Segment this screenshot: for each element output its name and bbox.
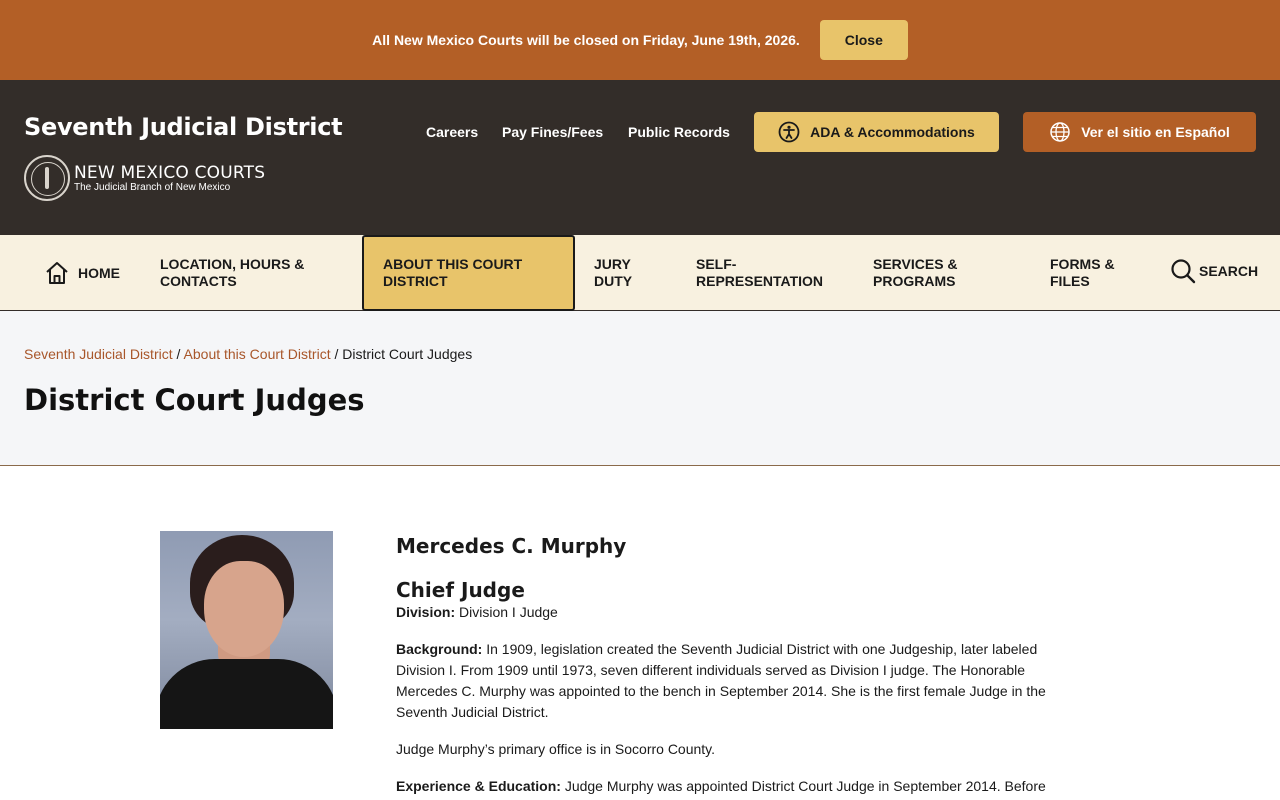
page-title: District Court Judges [24,383,365,417]
division-value: Division I Judge [459,604,558,620]
alert-banner: All New Mexico Courts will be closed on … [0,0,1280,80]
pay-fines-link[interactable]: Pay Fines/Fees [502,124,603,140]
public-records-link[interactable]: Public Records [628,124,730,140]
nav-selfrep-line1: SELF- [696,256,737,272]
judge-photo [160,531,333,729]
nav-location-hours[interactable]: LOCATION, HOURS & CONTACTS [160,235,304,311]
nav-forms-files[interactable]: FORMS & FILES [1050,235,1115,311]
site-title[interactable]: Seventh Judicial District [24,113,343,141]
breadcrumb: Seventh Judicial District / About this C… [24,346,472,362]
ada-accommodations-button[interactable]: ADA & Accommodations [754,112,999,152]
careers-link[interactable]: Careers [426,124,478,140]
nav-search-label: SEARCH [1199,262,1259,279]
experience-text: Judge Murphy was appointed District Cour… [564,778,1046,794]
nav-about-line2: DISTRICT [383,273,448,289]
alert-text: All New Mexico Courts will be closed on … [372,32,800,48]
nav-home[interactable]: HOME [44,235,120,311]
breadcrumb-separator: / [334,346,339,362]
judge-name: Mercedes C. Murphy [396,534,627,558]
nav-jury-line2: DUTY [594,273,633,289]
ada-label: ADA & Accommodations [810,124,975,140]
nav-about-line1: ABOUT THIS COURT [383,256,523,272]
accessibility-icon [778,121,800,143]
judge-office: Judge Murphy’s primary office is in Soco… [396,741,716,757]
nav-search[interactable]: SEARCH [1170,233,1258,309]
background-text: In 1909, legislation created the Seventh… [396,641,1046,720]
judge-division: Division: Division I Judge [396,602,1056,623]
site-header: Seventh Judicial District NEW MEXICO COU… [0,80,1280,235]
nav-home-label: HOME [78,264,120,281]
breadcrumb-current: District Court Judges [342,346,473,362]
nav-location-line1: LOCATION, HOURS & [160,256,305,272]
nav-services-programs[interactable]: SERVICES & PROGRAMS [873,235,958,311]
nav-forms-line1: FORMS & [1050,256,1115,272]
court-seal-icon [24,155,70,201]
nav-about-court[interactable]: ABOUT THIS COURT DISTRICT [362,235,575,311]
nav-jury-line1: JURY [594,256,631,272]
background-label: Background: [396,641,483,657]
breadcrumb-about-link[interactable]: About this Court District [184,346,331,362]
judge-role: Chief Judge [396,578,525,602]
breadcrumb-home-link[interactable]: Seventh Judicial District [24,346,173,362]
nav-forms-line2: FILES [1050,273,1090,289]
nav-location-line2: CONTACTS [160,273,237,289]
division-label: Division: [396,604,456,620]
spanish-label: Ver el sitio en Español [1081,124,1230,140]
nm-courts-logo[interactable]: NEW MEXICO COURTS The Judicial Branch of… [24,155,265,201]
logo-sub-text: The Judicial Branch of New Mexico [74,181,231,193]
nav-self-representation[interactable]: SELF- REPRESENTATION [696,235,823,311]
home-icon [46,262,68,284]
judge-profile: Mercedes C. Murphy Chief Judge Division:… [396,531,1056,797]
spanish-site-button[interactable]: Ver el sitio en Español [1023,112,1256,152]
nav-selfrep-line2: REPRESENTATION [696,273,824,289]
logo-main-text: NEW MEXICO COURTS [74,162,266,183]
main-nav: HOME LOCATION, HOURS & CONTACTS ABOUT THI… [0,235,1280,311]
judge-background: Background: In 1909, legislation created… [396,639,1056,723]
search-icon [1171,259,1196,284]
experience-label: Experience & Education: [396,778,561,794]
nav-services-line1: SERVICES & [873,256,958,272]
page-header: Seventh Judicial District / About this C… [0,311,1280,466]
alert-close-button[interactable]: Close [819,20,908,60]
judge-experience: Experience & Education: Judge Murphy was… [396,776,1056,797]
nav-services-line2: PROGRAMS [873,273,956,289]
globe-icon [1050,122,1070,142]
breadcrumb-separator: / [176,346,181,362]
nav-jury-duty[interactable]: JURY DUTY [594,235,632,311]
